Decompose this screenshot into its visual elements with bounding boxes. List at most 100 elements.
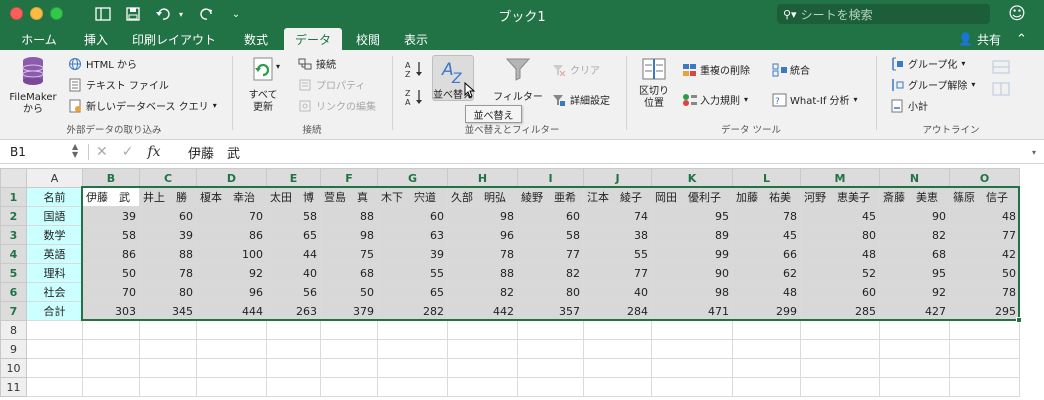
cell-A4[interactable]: 英語: [26, 244, 83, 264]
cell-D10[interactable]: [196, 358, 267, 378]
cell-M11[interactable]: [800, 377, 880, 397]
cell-L10[interactable]: [732, 358, 801, 378]
cell-K11[interactable]: [651, 377, 733, 397]
column-header-o[interactable]: O: [949, 168, 1020, 188]
cell-L7[interactable]: 299: [732, 301, 801, 321]
cell-C1[interactable]: 井上 勝: [139, 187, 197, 207]
cell-L2[interactable]: 78: [732, 206, 801, 226]
filter-button[interactable]: フィルター: [492, 56, 544, 104]
text-file-button[interactable]: テキスト ファイル: [68, 77, 169, 92]
cell-K4[interactable]: 99: [651, 244, 733, 264]
cell-O1[interactable]: 篠原 信子: [949, 187, 1020, 207]
minimize-window-button[interactable]: [30, 7, 43, 20]
row-header[interactable]: 11: [0, 377, 27, 397]
clear-button[interactable]: クリア: [552, 62, 600, 77]
what-if-analysis-button[interactable]: ? What-If 分析 ▾: [772, 92, 858, 107]
cell-E8[interactable]: [266, 320, 321, 340]
cancel-icon[interactable]: ✕: [96, 144, 108, 160]
cell-E10[interactable]: [266, 358, 321, 378]
cell-F1[interactable]: 萱島 真: [320, 187, 378, 207]
consolidate-button[interactable]: 統合: [772, 62, 810, 77]
feedback-smiley-icon[interactable]: ☺: [1006, 3, 1028, 25]
sort-ascending-button[interactable]: A Z: [404, 60, 426, 78]
tab-review[interactable]: 校閲: [350, 28, 386, 50]
fill-handle[interactable]: [1016, 317, 1022, 323]
cell-K5[interactable]: 90: [651, 263, 733, 283]
cell-L8[interactable]: [732, 320, 801, 340]
cell-E5[interactable]: 40: [266, 263, 321, 283]
cell-G10[interactable]: [377, 358, 448, 378]
row-header[interactable]: 1: [0, 187, 27, 207]
cell-K9[interactable]: [651, 339, 733, 359]
ungroup-button[interactable]: グループ解除 ▾: [890, 77, 975, 92]
cell-K2[interactable]: 95: [651, 206, 733, 226]
cell-D3[interactable]: 86: [196, 225, 267, 245]
cell-F9[interactable]: [320, 339, 378, 359]
cell-F10[interactable]: [320, 358, 378, 378]
cell-B4[interactable]: 86: [82, 244, 140, 264]
cell-M9[interactable]: [800, 339, 880, 359]
cell-O4[interactable]: 42: [949, 244, 1020, 264]
cell-O6[interactable]: 78: [949, 282, 1020, 302]
cell-C7[interactable]: 345: [139, 301, 197, 321]
cell-C9[interactable]: [139, 339, 197, 359]
row-header[interactable]: 2: [0, 206, 27, 226]
row-header[interactable]: 5: [0, 263, 27, 283]
cell-J6[interactable]: 40: [583, 282, 652, 302]
data-validation-button[interactable]: 入力規則 ▾: [682, 92, 748, 107]
cell-G2[interactable]: 60: [377, 206, 448, 226]
cell-N1[interactable]: 斎藤 美恵: [879, 187, 950, 207]
cell-F3[interactable]: 98: [320, 225, 378, 245]
redo-icon[interactable]: [198, 4, 216, 24]
column-header-c[interactable]: C: [139, 168, 197, 188]
cell-F4[interactable]: 75: [320, 244, 378, 264]
cell-K3[interactable]: 89: [651, 225, 733, 245]
cell-I8[interactable]: [517, 320, 584, 340]
cell-G3[interactable]: 63: [377, 225, 448, 245]
cell-A3[interactable]: 数学: [26, 225, 83, 245]
cell-H6[interactable]: 82: [447, 282, 518, 302]
cell-M8[interactable]: [800, 320, 880, 340]
cell-L9[interactable]: [732, 339, 801, 359]
cell-J5[interactable]: 77: [583, 263, 652, 283]
cell-C6[interactable]: 80: [139, 282, 197, 302]
cell-J9[interactable]: [583, 339, 652, 359]
column-header-g[interactable]: G: [377, 168, 448, 188]
row-header[interactable]: 10: [0, 358, 27, 378]
column-header-i[interactable]: I: [517, 168, 584, 188]
cell-N2[interactable]: 90: [879, 206, 950, 226]
cell-J10[interactable]: [583, 358, 652, 378]
cell-N7[interactable]: 427: [879, 301, 950, 321]
cell-O9[interactable]: [949, 339, 1020, 359]
cell-C4[interactable]: 88: [139, 244, 197, 264]
cell-H4[interactable]: 78: [447, 244, 518, 264]
cell-E11[interactable]: [266, 377, 321, 397]
cell-A6[interactable]: 社会: [26, 282, 83, 302]
connections-button[interactable]: 接続: [298, 56, 336, 71]
row-header[interactable]: 7: [0, 301, 27, 321]
cell-G6[interactable]: 65: [377, 282, 448, 302]
cell-N4[interactable]: 68: [879, 244, 950, 264]
cell-J2[interactable]: 74: [583, 206, 652, 226]
cell-A8[interactable]: [26, 320, 83, 340]
cell-F7[interactable]: 379: [320, 301, 378, 321]
hide-detail-icon[interactable]: [992, 82, 1010, 96]
cell-K8[interactable]: [651, 320, 733, 340]
cell-E9[interactable]: [266, 339, 321, 359]
cell-H2[interactable]: 98: [447, 206, 518, 226]
close-window-button[interactable]: [10, 7, 23, 20]
cell-B5[interactable]: 50: [82, 263, 140, 283]
cell-C10[interactable]: [139, 358, 197, 378]
share-button[interactable]: 👤 共有: [958, 28, 1001, 50]
tab-view[interactable]: 表示: [398, 28, 434, 50]
cell-M5[interactable]: 52: [800, 263, 880, 283]
cell-L4[interactable]: 66: [732, 244, 801, 264]
cell-H8[interactable]: [447, 320, 518, 340]
sidebar-toggle-icon[interactable]: [94, 4, 112, 24]
cell-K1[interactable]: 岡田 優利子: [651, 187, 733, 207]
cell-A5[interactable]: 理科: [26, 263, 83, 283]
cell-B2[interactable]: 39: [82, 206, 140, 226]
column-header-n[interactable]: N: [879, 168, 950, 188]
cell-D6[interactable]: 96: [196, 282, 267, 302]
cell-E6[interactable]: 56: [266, 282, 321, 302]
